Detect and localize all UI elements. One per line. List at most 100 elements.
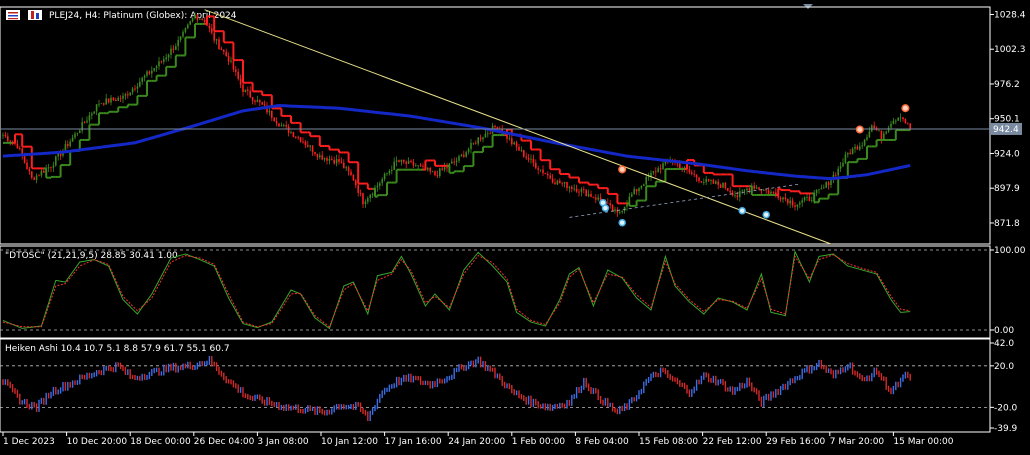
ha-bar	[383, 387, 386, 395]
ha-bar	[679, 380, 681, 387]
ha-tick-label: 42.0	[994, 339, 1014, 349]
ha-bar	[559, 402, 561, 409]
ha-bar	[213, 361, 215, 367]
ha-bar	[151, 369, 153, 377]
ha-bar	[11, 384, 14, 393]
ha-bar	[475, 359, 477, 368]
ha-bar	[40, 397, 43, 404]
ha-bar	[259, 394, 261, 401]
chart-type-icon[interactable]	[28, 10, 42, 20]
ha-bar	[789, 378, 791, 386]
ha-bar	[196, 362, 199, 370]
ha-bar	[626, 403, 628, 410]
ha-bar	[206, 360, 208, 366]
ha-bar	[299, 408, 302, 414]
ha-bar	[302, 408, 304, 414]
ha-bar	[619, 405, 621, 415]
ha-bar	[549, 403, 551, 411]
grid-menu-icon[interactable]	[6, 10, 20, 20]
ha-bar	[873, 367, 875, 378]
ha-bar	[542, 403, 544, 409]
ha-bar	[563, 403, 566, 409]
ha-bar	[38, 399, 40, 412]
ha-bar	[695, 379, 698, 391]
ha-bar	[165, 364, 167, 373]
ha-bar	[851, 362, 854, 375]
ha-bar	[643, 381, 645, 394]
ha-bar	[79, 374, 81, 385]
ha-bar	[419, 376, 422, 385]
ha-bar	[175, 362, 177, 373]
ha-bar	[141, 373, 143, 381]
ha-bar	[2, 379, 4, 385]
ha-bar	[758, 390, 760, 401]
ha-bar	[770, 391, 772, 401]
ha-bar	[191, 364, 194, 370]
ha-bar	[359, 402, 362, 412]
ha-bar	[907, 371, 909, 378]
ha-bar	[21, 400, 23, 405]
ha-bar	[760, 396, 763, 407]
ha-bar	[16, 389, 19, 398]
ha-bar	[909, 373, 911, 381]
ha-bar	[247, 393, 249, 400]
candle	[352, 174, 355, 181]
ha-bar	[182, 363, 184, 371]
ha-bar	[112, 367, 115, 373]
ha-bar	[244, 393, 247, 399]
ha-bar	[729, 386, 731, 392]
ha-bar	[595, 387, 597, 394]
ha-bar	[854, 370, 856, 376]
ha-bar	[501, 375, 503, 386]
ha-bar	[88, 372, 91, 379]
ha-bar	[871, 373, 873, 382]
ha-bar	[117, 362, 119, 367]
ha-bar	[818, 359, 820, 368]
ha-bar	[686, 384, 688, 394]
ha-bar	[787, 381, 789, 390]
signal-marker	[762, 210, 770, 219]
ha-bar	[14, 388, 16, 394]
ha-bar	[880, 372, 883, 381]
ha-bar	[304, 407, 307, 414]
ha-bar	[271, 400, 273, 407]
ha-bar	[806, 365, 808, 373]
ha-bar	[743, 383, 746, 389]
ha-bar	[525, 396, 527, 405]
ha-bar	[283, 404, 285, 411]
ha-bar	[614, 407, 616, 413]
ha-bar	[371, 407, 374, 415]
ha-bar	[249, 395, 251, 401]
ha-bar	[331, 408, 333, 415]
ha-bar	[184, 363, 187, 369]
ha-bar	[494, 367, 496, 379]
ha-bar	[23, 398, 26, 405]
ha-bar	[765, 393, 767, 400]
ha-bar	[539, 404, 542, 409]
ha-bar	[587, 383, 590, 392]
osc-tick-label: 100.00	[994, 246, 1026, 256]
ha-bar	[568, 399, 571, 406]
ha-bar	[455, 367, 458, 373]
ha-bar	[280, 404, 283, 411]
ha-bar	[307, 405, 309, 412]
ha-bar	[160, 371, 163, 376]
ha-bar	[607, 397, 609, 407]
ha-bar	[52, 386, 55, 396]
ha-bar	[717, 379, 719, 386]
ha-bar	[698, 379, 700, 385]
ha-bar	[902, 374, 904, 382]
ha-bar	[899, 377, 902, 388]
ha-bar	[451, 374, 453, 380]
ha-bar	[707, 373, 710, 383]
ha-bar	[897, 381, 899, 388]
time-tick-label: 1 Dec 2023	[3, 437, 55, 447]
ha-bar	[746, 377, 748, 388]
ha-bar	[734, 387, 736, 395]
ha-bar	[103, 366, 105, 376]
ha-bar	[374, 405, 376, 412]
ha-bar	[904, 371, 907, 379]
time-tick-label: 15 Mar 00:00	[893, 437, 953, 447]
ha-bar	[590, 387, 592, 395]
ha-bar	[604, 397, 607, 406]
